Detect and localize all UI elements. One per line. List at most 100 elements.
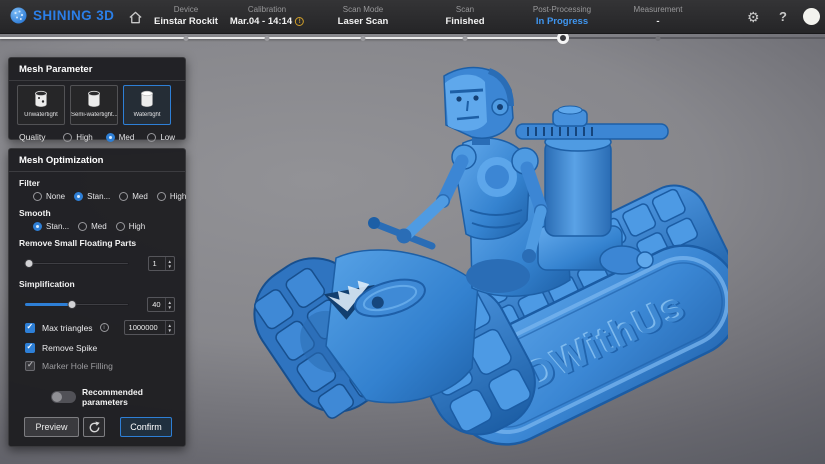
- max-triangles-checkbox[interactable]: [25, 322, 35, 333]
- scanned-model-graphic: 3DWithUs 3DWithUs 3DWithUs: [253, 66, 742, 446]
- spinner-value[interactable]: 1: [149, 257, 165, 270]
- radio-circle: [156, 192, 166, 201]
- remove-spike-label: Remove Spike: [42, 343, 98, 353]
- preview-button[interactable]: Preview: [24, 417, 79, 437]
- slider-track: [25, 262, 129, 265]
- mesh-parameter-title: Mesh Parameter: [19, 64, 93, 75]
- marker-hole-filling-checkbox: [25, 360, 35, 371]
- remove-spike-row: Remove Spike: [9, 337, 185, 355]
- arrow-down-icon[interactable]: ▼: [168, 328, 172, 333]
- slider-knob[interactable]: [67, 300, 77, 309]
- radio-label: None: [46, 192, 66, 201]
- step-scan[interactable]: Scan Finished: [445, 4, 484, 28]
- step-post-processing[interactable]: Post-Processing In Progress: [533, 4, 591, 28]
- step-device-value: Einstar Rockit: [154, 16, 218, 27]
- radio-smooth-med[interactable]: Med: [78, 222, 107, 231]
- settings-button[interactable]: ⚙: [747, 8, 760, 26]
- arrow-down-icon[interactable]: ▼: [168, 264, 172, 269]
- radio-filter-none[interactable]: None: [33, 192, 65, 201]
- radio-quality-low[interactable]: Low: [147, 132, 175, 142]
- smooth-options: Stan... Med High: [9, 220, 185, 232]
- step-scan-mode[interactable]: Scan Mode Laser Scan: [338, 4, 389, 28]
- radio-circle: [147, 132, 157, 142]
- radio-smooth-high[interactable]: High: [115, 222, 146, 231]
- cylinder-open-icon: [88, 90, 100, 107]
- mesh-optimization-title: Mesh Optimization: [19, 155, 104, 166]
- radio-circle: [78, 222, 88, 231]
- slider-knob[interactable]: [24, 259, 34, 268]
- mesh-optimization-panel: Mesh Optimization Filter None Stan... Me…: [8, 148, 186, 447]
- spinner-value[interactable]: 1000000: [125, 321, 165, 334]
- step-device-label: Device: [173, 5, 199, 14]
- step-calibration[interactable]: Calibration Mar.04 - 14:14!: [230, 4, 305, 28]
- step-measurement[interactable]: Measurement -: [634, 4, 683, 28]
- step-post-processing-label: Post-Processing: [532, 5, 592, 14]
- radio-smooth-standard[interactable]: Stan...: [33, 222, 69, 231]
- remove-small-floating-parts-spinner[interactable]: 1 ▲ ▼: [147, 256, 175, 271]
- smooth-label: Smooth: [19, 208, 51, 218]
- simplification-row: 40 ▲ ▼: [9, 291, 185, 314]
- top-navigation-bar: SHINING 3D Device Einstar Rockit Calibra…: [0, 0, 825, 34]
- step-device[interactable]: Device Einstar Rockit: [154, 4, 218, 28]
- step-post-processing-value: In Progress: [535, 16, 589, 27]
- radio-quality-high[interactable]: High: [63, 132, 93, 142]
- home-button[interactable]: [126, 8, 144, 26]
- progress-dot-measurement: [655, 36, 661, 41]
- progress-done-segment: [0, 37, 563, 39]
- info-icon[interactable]: i: [99, 323, 109, 332]
- shining3d-globe-icon: [10, 7, 27, 24]
- brand-logo: SHINING 3D: [10, 7, 114, 24]
- home-icon: [128, 11, 142, 23]
- radio-quality-med[interactable]: Med: [105, 132, 135, 142]
- marker-hole-filling-row: Marker Hole Filling: [9, 355, 185, 373]
- radio-label: Med: [118, 132, 135, 142]
- account-avatar[interactable]: [803, 8, 820, 25]
- help-button[interactable]: ?: [779, 8, 787, 26]
- recommended-parameters-label: Recommended parameters: [82, 387, 143, 407]
- cylinder-solid-icon: [141, 90, 153, 107]
- quality-row: Quality High Med Low: [9, 128, 185, 142]
- recommended-parameters-row: Recommended parameters: [9, 373, 185, 411]
- radio-label: High: [76, 132, 93, 142]
- spinner-arrows[interactable]: ▲ ▼: [164, 321, 174, 334]
- step-calibration-value: Mar.04 - 14:14!: [230, 15, 305, 28]
- radio-label: High: [128, 222, 146, 231]
- card-unwatertight[interactable]: Unwatertight: [17, 85, 65, 125]
- radio-label: Med: [91, 222, 107, 231]
- spinner-arrows[interactable]: ▲ ▼: [164, 298, 174, 311]
- radio-label: Stan...: [46, 222, 70, 231]
- max-triangles-row: Max triangles i 1000000 ▲ ▼: [9, 314, 185, 337]
- filter-label: Filter: [19, 178, 40, 188]
- card-semi-watertight[interactable]: Semi-watertight...: [70, 85, 118, 125]
- radio-filter-high[interactable]: High: [156, 192, 187, 201]
- brand-name: SHINING 3D: [33, 8, 115, 23]
- confirm-button[interactable]: Confirm: [120, 417, 172, 437]
- workflow-progress-line: [0, 32, 825, 44]
- step-calibration-label: Calibration: [247, 5, 287, 14]
- arrow-down-icon[interactable]: ▼: [168, 305, 172, 310]
- radio-label: High: [169, 192, 187, 201]
- card-watertight[interactable]: Watertight: [123, 85, 171, 125]
- card-label: Unwatertight: [24, 112, 58, 118]
- spinner-arrows[interactable]: ▲ ▼: [164, 257, 174, 270]
- max-triangles-spinner[interactable]: 1000000 ▲ ▼: [123, 320, 175, 335]
- radio-circle: [33, 192, 42, 201]
- card-label: Watertight: [133, 112, 161, 118]
- radio-filter-med[interactable]: Med: [119, 192, 148, 201]
- recommended-parameters-toggle[interactable]: [51, 391, 76, 403]
- mesh-parameter-panel: Mesh Parameter Unwatertight Semi-waterti…: [8, 57, 186, 142]
- radio-filter-standard[interactable]: Stan...: [74, 192, 110, 201]
- progress-remaining-segment: [563, 37, 825, 39]
- remove-spike-checkbox[interactable]: [25, 342, 35, 353]
- simplification-slider[interactable]: [25, 300, 129, 309]
- simplification-spinner[interactable]: 40 ▲ ▼: [147, 297, 175, 312]
- cylinder-holes-icon: [35, 90, 47, 107]
- max-triangles-label: Max triangles: [42, 322, 93, 333]
- refresh-button[interactable]: [83, 417, 105, 437]
- spinner-value[interactable]: 40: [148, 298, 164, 311]
- step-measurement-value: -: [656, 16, 660, 27]
- remove-small-floating-parts-slider[interactable]: [24, 259, 129, 268]
- radio-circle: [119, 192, 129, 201]
- radio-label: Stan...: [87, 192, 111, 201]
- card-label: Semi-watertight...: [71, 112, 117, 118]
